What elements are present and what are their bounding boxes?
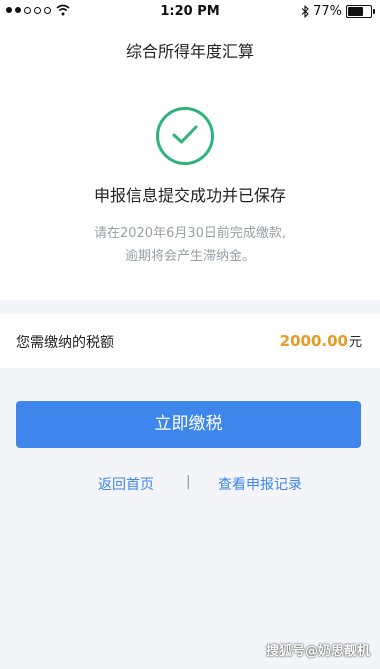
tax-amount-unit: 元 bbox=[348, 335, 362, 350]
result-card: 综合所得年度汇算 申报信息提交成功并已保存 请在2020年6月30日前完成缴款,… bbox=[0, 24, 380, 300]
page-title: 综合所得年度汇算 bbox=[125, 42, 254, 61]
tax-amount-row: 您需缴纳的税额 2000.00元 bbox=[0, 314, 380, 368]
link-separator: | bbox=[186, 474, 191, 490]
battery-percent: 77% bbox=[313, 4, 342, 19]
success-message: 申报信息提交成功并已保存 bbox=[93, 186, 286, 205]
watermark: 搜狐号@奶思靓机 bbox=[265, 644, 370, 659]
view-records-link[interactable]: 查看申报记录 bbox=[218, 474, 302, 494]
status-bar: 1:20 PM 77% bbox=[0, 0, 380, 24]
tax-amount-label: 您需缴纳的税额 bbox=[16, 335, 114, 351]
success-check-icon bbox=[156, 107, 214, 165]
payment-deadline-note: 请在2020年6月30日前完成缴款, bbox=[93, 226, 287, 241]
tax-amount-value: 2000.00元 bbox=[280, 331, 362, 350]
status-right: 77% bbox=[301, 4, 375, 19]
battery-icon bbox=[346, 5, 375, 18]
bluetooth-icon bbox=[301, 5, 309, 18]
bottom-links: 返回首页 | 查看申报记录 bbox=[0, 474, 380, 494]
late-fee-note: 逾期将会产生滞纳金。 bbox=[124, 249, 255, 264]
back-home-link[interactable]: 返回首页 bbox=[98, 474, 154, 494]
tax-amount-number: 2000.00 bbox=[279, 332, 348, 350]
pay-now-button[interactable]: 立即缴税 bbox=[16, 401, 361, 448]
